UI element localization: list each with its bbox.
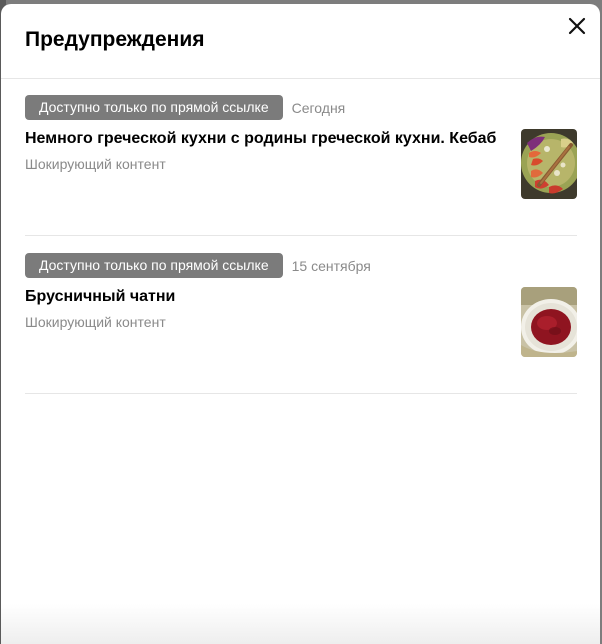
- warning-date: 15 сентября: [291, 257, 371, 274]
- modal-bottom-fade: [1, 604, 600, 644]
- warning-item[interactable]: Доступно только по прямой ссылке Сегодня…: [25, 95, 577, 236]
- warning-reason: Шокирующий контент: [25, 314, 166, 330]
- warning-meta: Доступно только по прямой ссылке Сегодня: [25, 95, 577, 120]
- warnings-modal: Предупреждения Доступно только по прямой…: [1, 4, 600, 644]
- warning-meta: Доступно только по прямой ссылке 15 сент…: [25, 253, 577, 278]
- warning-item[interactable]: Доступно только по прямой ссылке 15 сент…: [25, 253, 577, 394]
- warning-date: Сегодня: [291, 99, 346, 116]
- warnings-list: Доступно только по прямой ссылке Сегодня…: [25, 95, 577, 394]
- warning-title-link[interactable]: Немного греческой кухни с родины греческ…: [25, 130, 505, 148]
- access-badge: Доступно только по прямой ссылке: [25, 253, 283, 278]
- close-icon: [568, 17, 586, 35]
- chutney-bowl-image: [521, 287, 577, 357]
- chutney-bowl-thumbnail[interactable]: [521, 287, 577, 357]
- kebab-plate-image: [521, 129, 577, 199]
- warning-title-link[interactable]: Брусничный чатни: [25, 288, 505, 306]
- warning-reason: Шокирующий контент: [25, 156, 166, 172]
- access-badge: Доступно только по прямой ссылке: [25, 95, 283, 120]
- close-button[interactable]: [566, 15, 588, 37]
- modal-title: Предупреждения: [25, 28, 205, 51]
- kebab-plate-thumbnail[interactable]: [521, 129, 577, 199]
- modal-header: Предупреждения: [1, 4, 600, 79]
